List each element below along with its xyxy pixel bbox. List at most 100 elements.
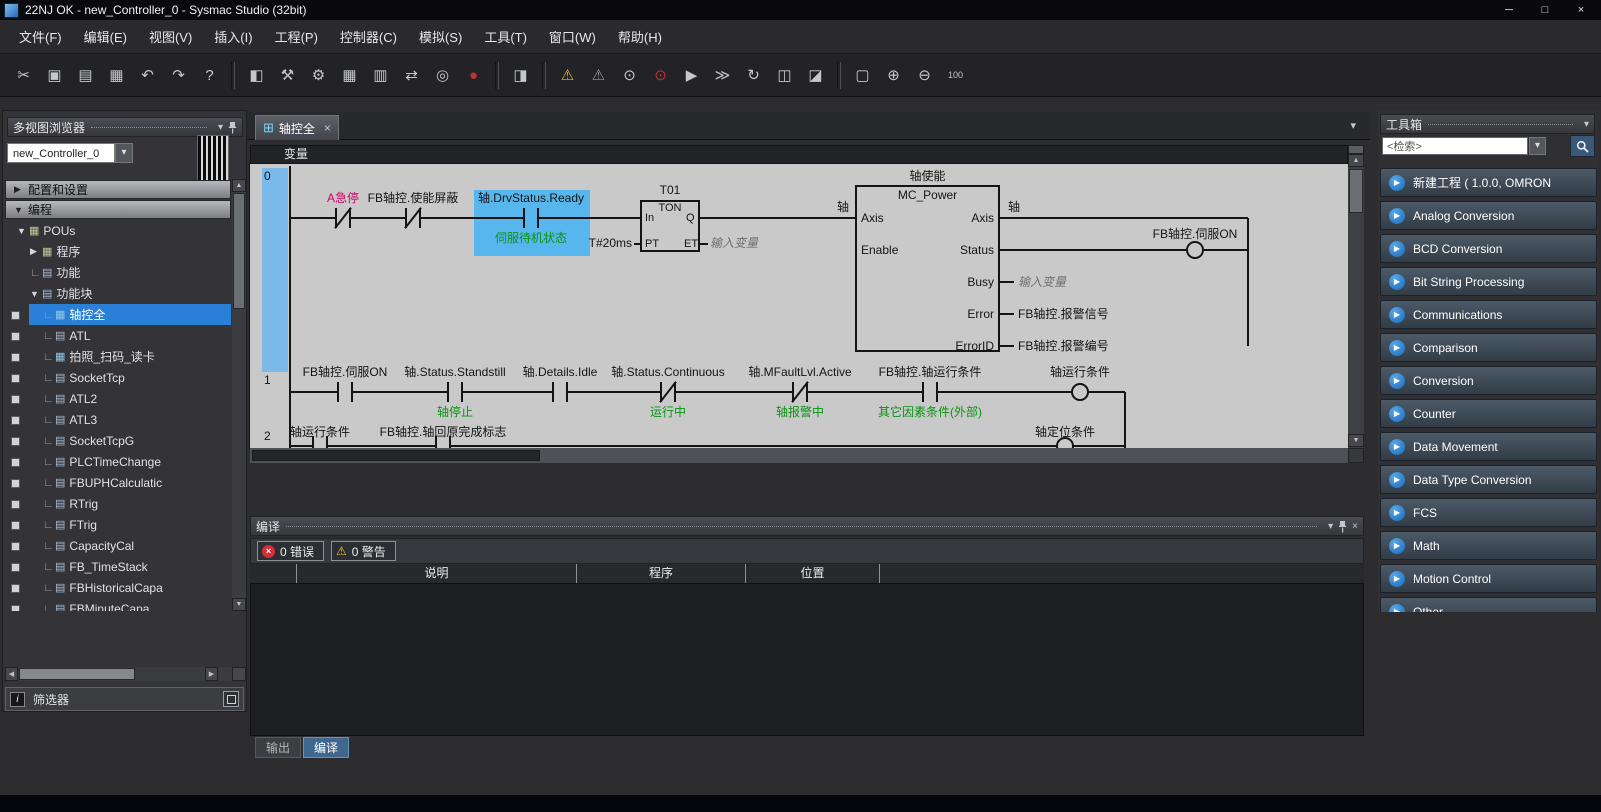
search-button[interactable] [1570, 135, 1595, 157]
fb-pin-variable[interactable]: FB轴控.报警编号 [1018, 340, 1109, 353]
scroll-down-button[interactable]: ▼ [1348, 434, 1364, 447]
contact-comment[interactable]: 其它因素条件(外部) [875, 406, 985, 419]
tree-item[interactable]: ∟▤功能 [5, 262, 231, 283]
tree-item[interactable]: ∟▤ATL2 [5, 388, 231, 409]
undo-icon[interactable]: ↶ [132, 62, 163, 89]
contact-variable-label[interactable]: A急停 [327, 192, 359, 205]
toolbox-category[interactable]: ▶Communications [1380, 300, 1597, 329]
search-icon[interactable]: ◎ [427, 62, 458, 89]
tree-scrollbar-horizontal[interactable]: ◀ ▶ [5, 667, 232, 681]
contact-variable-label[interactable]: FB轴控.伺服ON [303, 366, 388, 379]
contact-nc[interactable] [335, 208, 351, 228]
pin-icon[interactable] [228, 121, 237, 134]
scroll-down-button[interactable]: ▼ [232, 598, 246, 611]
menu-item[interactable]: 视图(V) [138, 27, 203, 46]
watch-window-2-icon[interactable]: ◪ [800, 62, 831, 89]
timer-instance-label[interactable]: T01 [660, 184, 681, 197]
tree-item[interactable]: ▶▦程序 [5, 241, 231, 262]
contact-variable-label[interactable]: 轴.DrvStatus.Ready [478, 192, 584, 205]
tree-item[interactable]: ∟▦轴控全 [5, 304, 231, 325]
tree-item[interactable]: ▼▦POUs [5, 220, 231, 241]
scrollbar-thumb[interactable] [19, 668, 135, 680]
menu-item[interactable]: 插入(I) [203, 27, 263, 46]
column-description[interactable]: 说明 [296, 564, 576, 583]
contact-variable-label[interactable]: FB轴控.轴运行条件 [879, 366, 982, 379]
monitor-stop-icon[interactable]: ⊙ [645, 62, 676, 89]
coil-variable-label[interactable]: 轴运行条件 [1050, 366, 1110, 379]
zoom-out-icon[interactable]: ⊖ [909, 62, 940, 89]
menu-item[interactable]: 窗口(W) [538, 27, 607, 46]
contact-comment[interactable]: 运行中 [613, 406, 723, 419]
watch-window-icon[interactable]: ◫ [769, 62, 800, 89]
step-icon[interactable]: ≫ [707, 62, 738, 89]
scrollbar-thumb[interactable] [252, 450, 540, 461]
tree-item[interactable]: ∟▤RTrig [5, 493, 231, 514]
coil-variable-label[interactable]: 轴定位条件 [1035, 426, 1095, 439]
tab-build[interactable]: 编译 [303, 737, 349, 758]
delete-icon[interactable]: ▦ [101, 62, 132, 89]
chevron-down-icon[interactable]: ▾ [218, 122, 223, 133]
help-icon[interactable]: ? [194, 62, 225, 89]
filter-settings-button[interactable] [223, 691, 239, 707]
toolbox-category[interactable]: ▶Math [1380, 531, 1597, 560]
run-icon[interactable]: ▶ [676, 62, 707, 89]
rung-number[interactable]: 2 [264, 430, 271, 443]
scroll-up-button[interactable]: ▲ [1348, 154, 1364, 167]
tree-item[interactable]: ∟▤FB_TimeStack [5, 556, 231, 577]
timer-preset-value[interactable]: T#20ms [562, 237, 632, 250]
contact-variable-label[interactable]: 轴.Status.Continuous [611, 366, 724, 379]
column-location[interactable]: 位置 [745, 564, 880, 583]
variable-table-icon[interactable]: ▦ [334, 62, 365, 89]
editor-scrollbar-vertical[interactable]: ▲ ▼ [1348, 145, 1364, 448]
chevron-down-icon[interactable]: ▾ [1584, 119, 1589, 130]
contact-nc[interactable] [660, 382, 676, 402]
contact-variable-label[interactable]: 轴.Status.Standstill [404, 366, 505, 379]
abort-icon[interactable]: ● [458, 62, 489, 89]
zoom-in-icon[interactable]: ⊕ [878, 62, 909, 89]
toolbox-category[interactable]: ▶FCS [1380, 498, 1597, 527]
pin-icon[interactable] [1338, 520, 1347, 533]
contact-no[interactable] [447, 382, 463, 402]
toolbox-category[interactable]: ▶Conversion [1380, 366, 1597, 395]
online-warning-icon[interactable]: ⚠ [552, 62, 583, 89]
filter-bar[interactable]: i 筛选器 [5, 687, 244, 711]
tree-item[interactable]: ∟▤ATL3 [5, 409, 231, 430]
menu-item[interactable]: 工程(P) [264, 27, 329, 46]
menu-item[interactable]: 编辑(E) [73, 27, 138, 46]
tab-close-icon[interactable]: × [324, 121, 331, 135]
toolbox-category[interactable]: ▶Analog Conversion [1380, 201, 1597, 230]
menu-item[interactable]: 帮助(H) [607, 27, 673, 46]
toolbox-search-input[interactable] [1382, 137, 1528, 155]
reset-icon[interactable]: ↻ [738, 62, 769, 89]
variables-bar[interactable]: 变量 [250, 145, 1348, 164]
close-button[interactable]: × [1563, 1, 1599, 20]
contact-variable-label[interactable]: 轴运行条件 [290, 426, 350, 439]
coil-variable-label[interactable]: FB轴控.伺服ON [1153, 228, 1238, 241]
contact-nc[interactable] [405, 208, 421, 228]
maximize-button[interactable]: □ [1527, 1, 1563, 20]
contact-variable-label[interactable]: 轴.MFaultLvl.Active [748, 366, 851, 379]
tree-item[interactable]: ∟▤SocketTcp [5, 367, 231, 388]
fb-pin-variable[interactable]: 轴 [1008, 201, 1020, 214]
tree-group[interactable]: ▶配置和设置 [5, 180, 231, 199]
tab-output[interactable]: 输出 [255, 737, 301, 758]
column-program[interactable]: 程序 [576, 564, 745, 583]
timer-output-variable[interactable]: 输入变量 [710, 237, 758, 250]
io-map-icon[interactable]: ▥ [365, 62, 396, 89]
tree-item[interactable]: ∟▦拍照_扫码_读卡 [5, 346, 231, 367]
contact-variable-label[interactable]: FB轴控.轴回原完成标志 [380, 426, 507, 439]
tree-item[interactable]: ▼▤功能块 [5, 283, 231, 304]
menu-item[interactable]: 控制器(C) [329, 27, 408, 46]
redo-icon[interactable]: ↷ [163, 62, 194, 89]
controller-select[interactable]: new_Controller_0 [7, 143, 115, 163]
tab-axis-control[interactable]: ⊞ 轴控全 × [255, 115, 339, 140]
zoom-100-icon[interactable]: 100 [940, 62, 971, 89]
splitter-handle[interactable] [1348, 145, 1364, 154]
toolbox-category[interactable]: ▶新建工程 ( 1.0.0, OMRON [1380, 168, 1597, 197]
menu-item[interactable]: 工具(T) [473, 27, 538, 46]
close-icon[interactable]: × [1352, 521, 1358, 532]
build-icon[interactable]: ⚒ [272, 62, 303, 89]
tree-item[interactable]: ∟▤ATL [5, 325, 231, 346]
contact-no[interactable] [552, 382, 568, 402]
tree-item[interactable]: ∟▤CapacityCal [5, 535, 231, 556]
